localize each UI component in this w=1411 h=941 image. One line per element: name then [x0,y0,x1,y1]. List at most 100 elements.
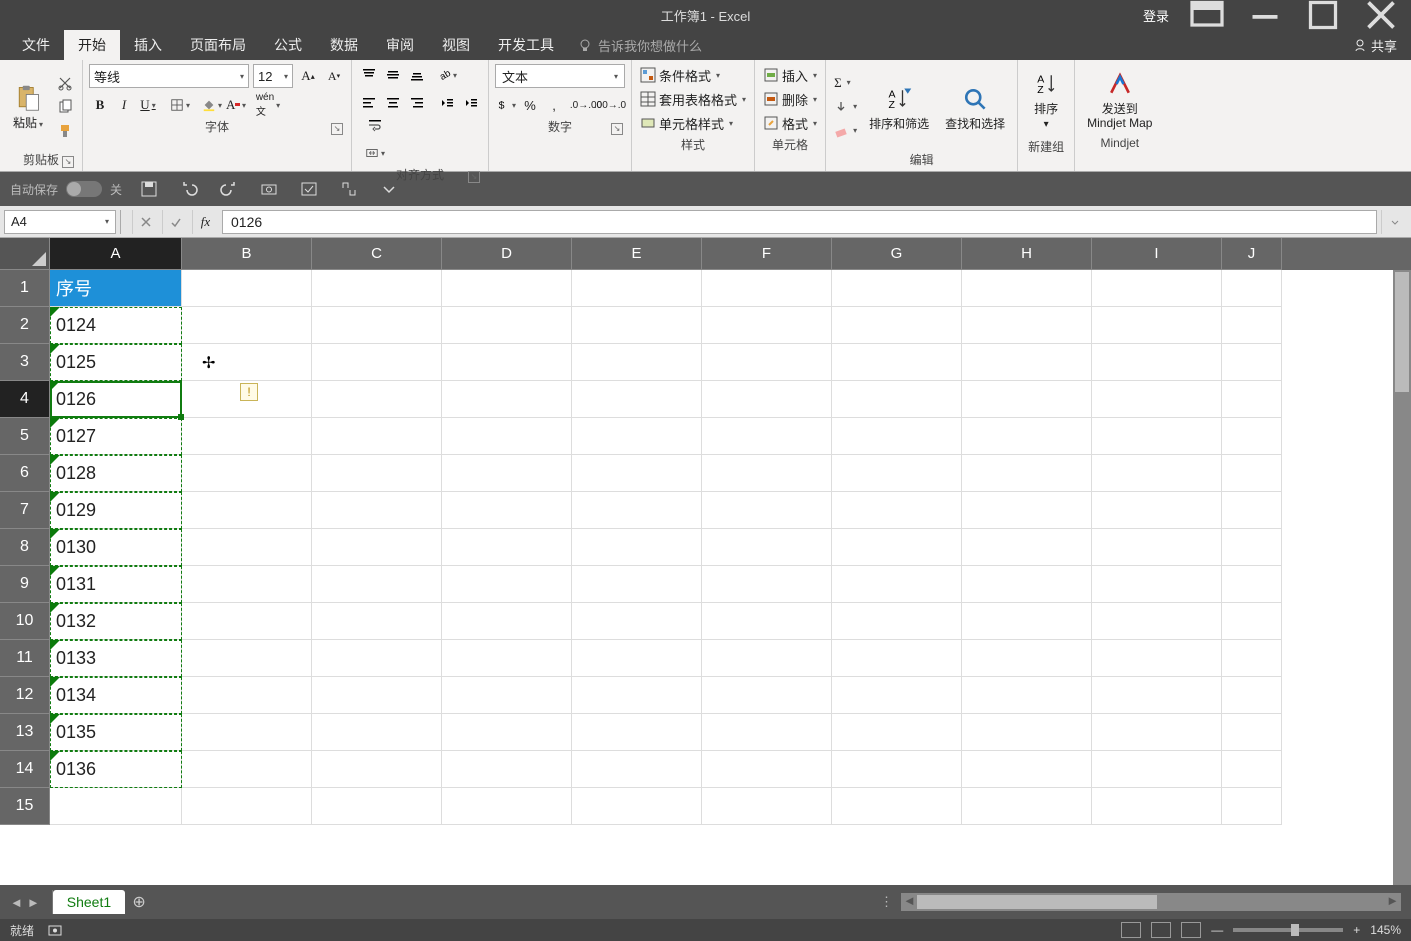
align-bottom-button[interactable] [406,64,428,86]
decrease-indent-button[interactable] [436,92,458,114]
percent-button[interactable]: % [519,94,541,116]
phonetic-guide-button[interactable]: wén文▾ [257,94,279,116]
cell-A5[interactable]: 0127 [50,418,182,455]
cell-I7[interactable] [1092,492,1222,529]
row-header-2[interactable]: 2 [0,307,50,344]
cell-J2[interactable] [1222,307,1282,344]
cell-E13[interactable] [572,714,702,751]
increase-font-button[interactable]: A▴ [297,65,319,87]
accounting-format-button[interactable]: $▾ [495,94,517,116]
send-to-mindjet-button[interactable]: 发送到 Mindjet Map [1081,64,1158,134]
decrease-decimal-button[interactable]: .00→.0 [599,94,621,116]
row-header-5[interactable]: 5 [0,418,50,455]
cell-F13[interactable] [702,714,832,751]
cell-E11[interactable] [572,640,702,677]
italic-button[interactable]: I [113,94,135,116]
cell-I13[interactable] [1092,714,1222,751]
column-header-H[interactable]: H [962,238,1092,270]
format-as-table-button[interactable]: 套用表格格式▾ [638,88,748,110]
cell-B13[interactable] [182,714,312,751]
cell-F11[interactable] [702,640,832,677]
cell-B14[interactable] [182,751,312,788]
tab-developer[interactable]: 开发工具 [484,30,568,60]
cell-H8[interactable] [962,529,1092,566]
cell-D13[interactable] [442,714,572,751]
redo-button[interactable] [216,176,242,202]
column-header-A[interactable]: A [50,238,182,270]
cell-D3[interactable] [442,344,572,381]
underline-button[interactable]: U▾ [137,94,159,116]
format-cells-button[interactable]: 格式▾ [761,112,819,134]
cell-C2[interactable] [312,307,442,344]
cell-B11[interactable] [182,640,312,677]
undo-button[interactable] [176,176,202,202]
font-color-button[interactable]: A▾ [225,94,247,116]
find-select-button[interactable]: 查找和选择 [939,79,1011,135]
cell-D10[interactable] [442,603,572,640]
sheet-tab-sheet1[interactable]: Sheet1 [53,890,125,914]
cell-I5[interactable] [1092,418,1222,455]
cell-G2[interactable] [832,307,962,344]
minimize-button[interactable] [1245,0,1285,30]
row-header-14[interactable]: 14 [0,751,50,788]
cell-F15[interactable] [702,788,832,825]
cell-H12[interactable] [962,677,1092,714]
cell-A12[interactable]: 0134 [50,677,182,714]
select-all-corner[interactable] [0,238,50,270]
borders-button[interactable]: ▾ [169,94,191,116]
font-size-select[interactable]: 12▾ [253,64,293,88]
cell-H9[interactable] [962,566,1092,603]
cell-H2[interactable] [962,307,1092,344]
cell-J3[interactable] [1222,344,1282,381]
cell-G14[interactable] [832,751,962,788]
column-header-J[interactable]: J [1222,238,1282,270]
cell-A11[interactable]: 0133 [50,640,182,677]
cell-B12[interactable] [182,677,312,714]
cell-B7[interactable] [182,492,312,529]
tab-file[interactable]: 文件 [8,30,64,60]
fill-color-button[interactable]: ▾ [201,94,223,116]
cell-J11[interactable] [1222,640,1282,677]
cell-H10[interactable] [962,603,1092,640]
cell-F8[interactable] [702,529,832,566]
cell-styles-button[interactable]: 单元格样式▾ [638,112,748,134]
align-center-button[interactable] [382,92,404,114]
conditional-format-button[interactable]: 条件格式▾ [638,64,748,86]
tab-review[interactable]: 审阅 [372,30,428,60]
tab-pagelayout[interactable]: 页面布局 [176,30,260,60]
horizontal-scrollbar[interactable]: ◄ ► [901,893,1401,911]
row-header-10[interactable]: 10 [0,603,50,640]
row-header-15[interactable]: 15 [0,788,50,825]
normal-view-button[interactable] [1121,922,1141,938]
cell-J7[interactable] [1222,492,1282,529]
cell-G11[interactable] [832,640,962,677]
tab-insert[interactable]: 插入 [120,30,176,60]
cell-H1[interactable] [962,270,1092,307]
cell-F6[interactable] [702,455,832,492]
cell-E2[interactable] [572,307,702,344]
cell-B9[interactable] [182,566,312,603]
row-header-13[interactable]: 13 [0,714,50,751]
tab-split[interactable]: ⋮ [880,894,901,910]
cell-E6[interactable] [572,455,702,492]
cell-J4[interactable] [1222,381,1282,418]
column-header-I[interactable]: I [1092,238,1222,270]
cell-I2[interactable] [1092,307,1222,344]
align-top-button[interactable] [358,64,380,86]
orientation-button[interactable]: ab▾ [436,64,458,86]
cell-A2[interactable]: 0124 [50,307,182,344]
cell-G9[interactable] [832,566,962,603]
cell-E4[interactable] [572,381,702,418]
cell-B10[interactable] [182,603,312,640]
tab-data[interactable]: 数据 [316,30,372,60]
cell-C14[interactable] [312,751,442,788]
bold-button[interactable]: B [89,94,111,116]
cell-D12[interactable] [442,677,572,714]
autosum-button[interactable]: Σ▾ [832,72,859,94]
cell-E10[interactable] [572,603,702,640]
number-format-select[interactable]: 文本▾ [495,64,625,88]
cell-A1[interactable]: 序号 [50,270,182,307]
zoom-in-button[interactable]: + [1353,923,1360,937]
cell-J10[interactable] [1222,603,1282,640]
cell-B15[interactable] [182,788,312,825]
